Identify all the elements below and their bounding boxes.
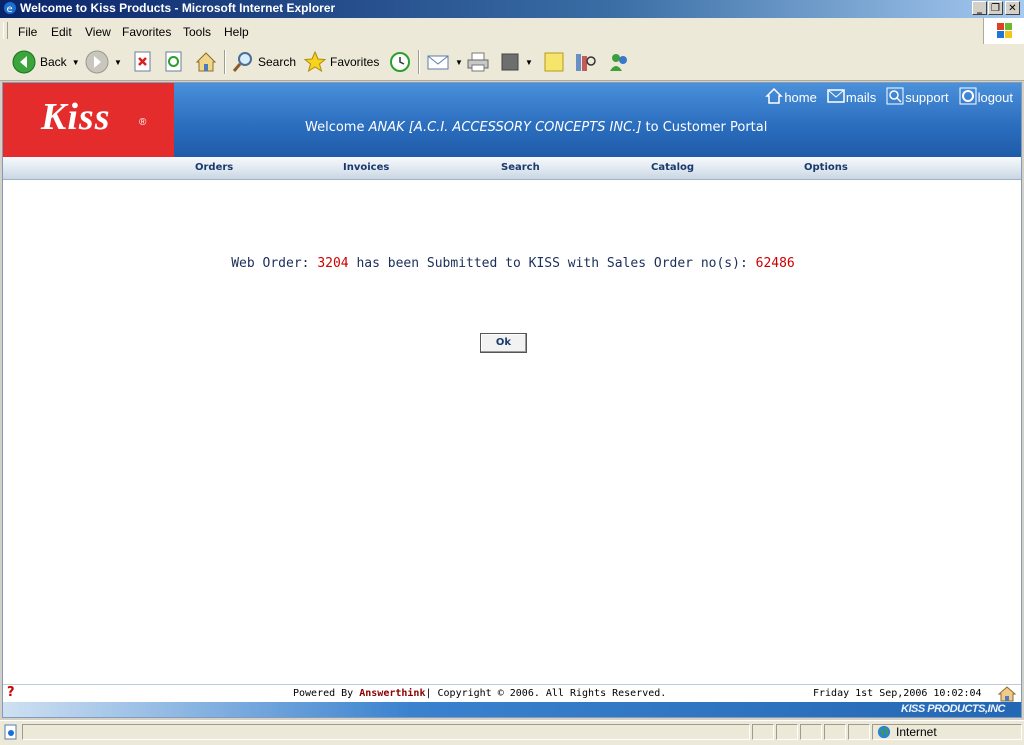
status-pane — [800, 724, 822, 740]
history-icon — [390, 52, 410, 72]
menu-bar: File Edit View Favorites Tools Help — [0, 18, 1024, 45]
web-order-number: 3204 — [317, 256, 349, 271]
globe-icon — [877, 725, 891, 739]
help-icon[interactable]: ? — [7, 685, 15, 700]
menu-grip — [3, 22, 8, 39]
home-link[interactable]: home — [765, 87, 817, 105]
nav-options[interactable]: Options — [804, 162, 848, 173]
toolbar-separator — [418, 50, 420, 74]
company-name: ANAK [A.C.I. ACCESSORY CONCEPTS INC.] — [368, 120, 642, 135]
home-icon — [765, 87, 784, 104]
status-text — [22, 724, 750, 740]
toolbar: Back ▼ ▼ Search Favorites ▼ ▼ — [0, 44, 1024, 81]
stop-button[interactable] — [133, 48, 153, 76]
logout-link[interactable]: logout — [959, 87, 1013, 105]
main-nav: Orders Invoices Search Catalog Options — [3, 157, 1021, 180]
research-button[interactable] — [573, 48, 597, 76]
footer-bar: KISS PRODUCTS,INC — [3, 702, 1021, 717]
menu-view[interactable]: View — [85, 25, 111, 39]
forward-button[interactable]: ▼ — [85, 48, 122, 76]
mail-button[interactable]: ▼ — [426, 48, 463, 76]
welcome-message: Welcome ANAK [A.C.I. ACCESSORY CONCEPTS … — [305, 120, 768, 135]
logout-icon — [959, 87, 977, 105]
favorites-button[interactable]: Favorites — [303, 48, 379, 76]
search-button[interactable]: Search — [231, 48, 296, 76]
history-button[interactable] — [388, 48, 412, 76]
menu-help[interactable]: Help — [224, 25, 249, 39]
close-button[interactable]: ✕ — [1005, 1, 1020, 15]
back-arrow-icon — [12, 50, 36, 74]
messenger-button[interactable] — [607, 48, 631, 76]
refresh-icon — [165, 51, 182, 72]
menu-file[interactable]: File — [18, 25, 37, 39]
title-bar: e Welcome to Kiss Products - Microsoft I… — [0, 0, 1024, 18]
page-footer: ? Powered By Answerthink| Copyright © 20… — [3, 684, 1021, 703]
footer-credits: Powered By Answerthink| Copyright © 2006… — [293, 688, 667, 699]
status-pane — [824, 724, 846, 740]
back-button[interactable]: Back ▼ — [12, 48, 80, 76]
nav-search[interactable]: Search — [501, 162, 540, 173]
sales-order-number: 62486 — [755, 256, 795, 271]
star-icon — [303, 50, 327, 73]
home-icon — [195, 52, 217, 72]
search-icon — [232, 52, 252, 72]
status-bar: Internet — [0, 720, 1024, 745]
page-viewport: Kiss ® home mails support logout Welcome… — [2, 82, 1022, 718]
mail-icon — [427, 55, 449, 70]
kiss-logo[interactable]: Kiss ® — [3, 83, 174, 157]
maximize-button[interactable]: ❐ — [988, 1, 1003, 15]
ie-icon: e — [4, 2, 16, 15]
corp-name: KISS PRODUCTS,INC — [901, 703, 1005, 715]
svg-text:e: e — [7, 4, 13, 15]
nav-invoices[interactable]: Invoices — [343, 162, 389, 173]
mails-link[interactable]: mails — [827, 87, 876, 105]
research-books-icon — [576, 54, 596, 71]
ok-button[interactable]: Ok — [480, 333, 527, 353]
status-pane — [776, 724, 798, 740]
menu-tools[interactable]: Tools — [183, 25, 211, 39]
messenger-icon — [610, 54, 627, 71]
support-link[interactable]: support — [886, 87, 949, 105]
print-button[interactable] — [466, 48, 490, 76]
edit-button[interactable]: ▼ — [500, 48, 533, 76]
forward-arrow-icon — [85, 50, 109, 74]
page-status-icon — [4, 724, 17, 740]
printer-icon — [467, 52, 489, 72]
discuss-button[interactable] — [543, 48, 565, 76]
footer-home-icon[interactable] — [997, 686, 1017, 702]
toolbar-separator — [224, 50, 226, 74]
window-title: Welcome to Kiss Products - Microsoft Int… — [20, 1, 336, 15]
menu-favorites[interactable]: Favorites — [122, 25, 171, 39]
status-pane — [752, 724, 774, 740]
note-icon — [544, 52, 564, 72]
menu-edit[interactable]: Edit — [51, 25, 72, 39]
status-pane — [848, 724, 870, 740]
edit-page-icon — [501, 53, 519, 71]
confirmation-message: Web Order: 3204 has been Submitted to KI… — [231, 256, 795, 271]
minimize-button[interactable]: _ — [972, 1, 987, 15]
portal-header: Kiss ® home mails support logout Welcome… — [3, 83, 1021, 157]
nav-orders[interactable]: Orders — [195, 162, 233, 173]
windows-logo-icon — [983, 18, 1024, 44]
nav-catalog[interactable]: Catalog — [651, 162, 694, 173]
stop-icon — [134, 51, 151, 72]
refresh-button[interactable] — [164, 48, 184, 76]
support-search-icon — [886, 87, 904, 105]
footer-datetime: Friday 1st Sep,2006 10:02:04 — [813, 688, 982, 699]
header-links: home mails support logout — [765, 87, 1013, 105]
mail-icon — [827, 89, 845, 103]
security-zone[interactable]: Internet — [872, 724, 1022, 740]
answerthink-link[interactable]: Answerthink — [359, 688, 425, 699]
home-button[interactable] — [194, 48, 218, 76]
